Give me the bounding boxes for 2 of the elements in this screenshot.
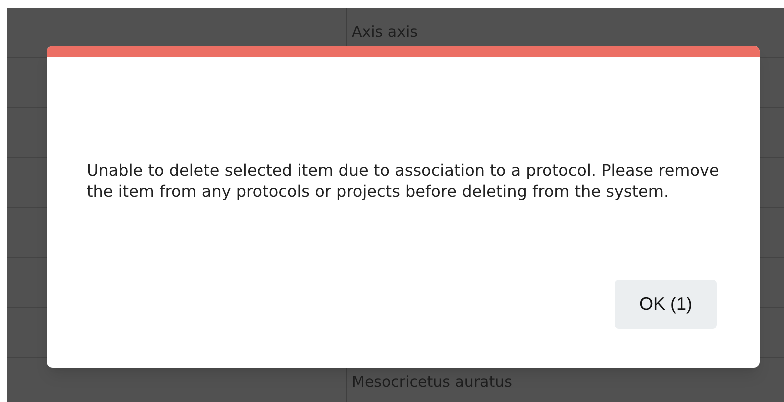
ok-button[interactable]: OK (1) xyxy=(615,280,717,329)
dialog-message: Unable to delete selected item due to association to a protocol. Please remove the item from any protocols or projects before deleting from the system. xyxy=(87,160,720,202)
